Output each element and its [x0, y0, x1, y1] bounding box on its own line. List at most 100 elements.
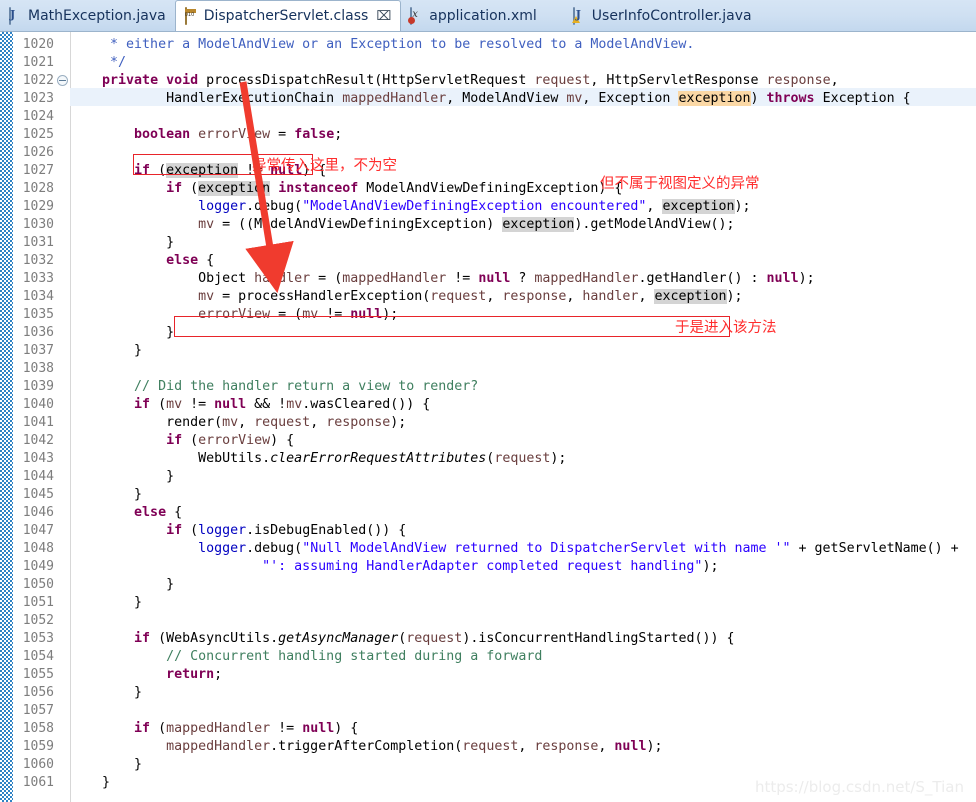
annotation-ruler[interactable]	[0, 32, 13, 802]
code-line[interactable]: }	[70, 342, 142, 360]
class-file-icon	[184, 7, 199, 25]
line-number: 1026	[22, 145, 54, 160]
line-number: 1032	[22, 253, 54, 268]
line-number: 1021	[22, 55, 54, 70]
line-number: 1052	[22, 613, 54, 628]
code-line[interactable]: return;	[70, 666, 222, 684]
code-line[interactable]: }	[70, 486, 142, 504]
line-number: 1046	[22, 505, 54, 520]
code-line[interactable]: render(mv, request, response);	[70, 414, 406, 432]
line-number: 1035	[22, 307, 54, 322]
note-not-view-defining: 但不属于视图定义的异常	[600, 176, 760, 192]
line-number: 1058	[22, 721, 54, 736]
code-line[interactable]: WebUtils.clearErrorRequestAttributes(req…	[70, 450, 566, 468]
code-line[interactable]: // Did the handler return a view to rend…	[70, 378, 478, 396]
line-number: 1051	[22, 595, 54, 610]
line-number: 1038	[22, 361, 54, 376]
code-area[interactable]: * either a ModelAndView or an Exception …	[70, 32, 976, 802]
tab-user-info-controller-java[interactable]: UserInfoController.java	[564, 1, 761, 31]
java-file-icon	[8, 7, 23, 25]
code-line[interactable]: }	[70, 594, 142, 612]
line-number: 1034	[22, 289, 54, 304]
line-number: 1047	[22, 523, 54, 538]
code-line[interactable]: Object handler = (mappedHandler != null …	[70, 270, 815, 288]
line-number: 1023	[22, 91, 54, 106]
tab-application-xml[interactable]: application.xml	[401, 1, 546, 31]
line-number: 1053	[22, 631, 54, 646]
line-number: 1027	[22, 163, 54, 178]
java-warning-file-icon	[572, 7, 587, 25]
line-number: 1024	[22, 109, 54, 124]
line-number: 1036	[22, 325, 54, 340]
tab-label: UserInfoController.java	[591, 8, 752, 24]
code-line[interactable]: // Concurrent handling started during a …	[70, 648, 542, 666]
tab-label: application.xml	[429, 8, 537, 24]
close-icon[interactable]: ⌧	[376, 10, 391, 23]
line-number: 1030	[22, 217, 54, 232]
line-number: 1055	[22, 667, 54, 682]
code-line[interactable]: mappedHandler.triggerAfterCompletion(req…	[70, 738, 662, 756]
line-number: 1059	[22, 739, 54, 754]
code-editor[interactable]: 1020 1021 1022 1023 1024 1025 1026 1027 1028 1029…	[0, 32, 976, 802]
code-line[interactable]: logger.debug("ModelAndViewDefiningExcept…	[70, 198, 751, 216]
line-number: 1042	[22, 433, 54, 448]
line-number: 1022	[22, 73, 54, 88]
code-line[interactable]: if (errorView) {	[70, 432, 294, 450]
tab-label: MathException.java	[28, 8, 166, 24]
tab-math-exception-java[interactable]: MathException.java	[0, 1, 175, 31]
line-number: 1040	[22, 397, 54, 412]
line-number: 1056	[22, 685, 54, 700]
code-line[interactable]: HandlerExecutionChain mappedHandler, Mod…	[70, 90, 911, 108]
line-number: 1045	[22, 487, 54, 502]
line-number: 1039	[22, 379, 54, 394]
code-line[interactable]: }	[70, 684, 142, 702]
code-line[interactable]: * either a ModelAndView or an Exception …	[70, 36, 694, 54]
line-number: 1031	[22, 235, 54, 250]
code-line[interactable]: else {	[70, 252, 214, 270]
code-line[interactable]: if (exception instanceof ModelAndViewDef…	[70, 180, 622, 198]
code-line[interactable]: "': assuming HandlerAdapter completed re…	[70, 558, 718, 576]
code-line[interactable]: if (mv != null && !mv.wasCleared()) {	[70, 396, 430, 414]
line-number: 1037	[22, 343, 54, 358]
tab-label: DispatcherServlet.class	[203, 8, 369, 24]
code-line[interactable]: boolean errorView = false;	[70, 126, 342, 144]
line-number: 1020	[22, 37, 54, 52]
code-line[interactable]: mv = ((ModelAndViewDefiningException) ex…	[70, 216, 734, 234]
editor-tab-bar: MathException.java DispatcherServlet.cla…	[0, 0, 976, 32]
line-number: 1050	[22, 577, 54, 592]
code-line[interactable]: }	[70, 774, 110, 792]
code-line[interactable]: else {	[70, 504, 182, 522]
code-line[interactable]: if (logger.isDebugEnabled()) {	[70, 522, 406, 540]
line-number: 1025	[22, 127, 54, 142]
line-number: 1041	[22, 415, 54, 430]
xml-file-icon	[409, 7, 424, 25]
line-number: 1044	[22, 469, 54, 484]
line-number: 1028	[22, 181, 54, 196]
watermark: https://blog.csdn.net/S_Tian	[754, 778, 964, 796]
line-number: 1049	[22, 559, 54, 574]
code-line[interactable]: }	[70, 756, 142, 774]
code-line[interactable]: logger.debug("Null ModelAndView returned…	[70, 540, 959, 558]
code-line[interactable]: */	[70, 54, 126, 72]
line-number: 1048	[22, 541, 54, 556]
line-number: 1061	[22, 775, 54, 790]
code-line[interactable]: }	[70, 324, 174, 342]
note-enter-method: 于是进入该方法	[675, 320, 777, 336]
line-number: 1033	[22, 271, 54, 286]
line-number: 1029	[22, 199, 54, 214]
code-line[interactable]: if (mappedHandler != null) {	[70, 720, 358, 738]
tab-dispatcher-servlet-class[interactable]: DispatcherServlet.class ⌧	[174, 0, 402, 31]
line-number: 1060	[22, 757, 54, 772]
line-number: 1057	[22, 703, 54, 718]
code-line[interactable]: }	[70, 576, 174, 594]
code-line[interactable]: if (WebAsyncUtils.getAsyncManager(reques…	[70, 630, 734, 648]
line-number: 1054	[22, 649, 54, 664]
note-exception-not-null: 异常传入这里，不为空	[252, 158, 397, 174]
code-line[interactable]: mv = processHandlerException(request, re…	[70, 288, 743, 306]
code-line[interactable]: errorView = (mv != null);	[70, 306, 398, 324]
code-line[interactable]: }	[70, 468, 174, 486]
code-line[interactable]: }	[70, 234, 174, 252]
line-number-gutter: 1020 1021 1022 1023 1024 1025 1026 1027 1028 1029…	[13, 32, 71, 802]
line-number: 1043	[22, 451, 54, 466]
code-folding-collapse-icon[interactable]	[57, 75, 68, 86]
